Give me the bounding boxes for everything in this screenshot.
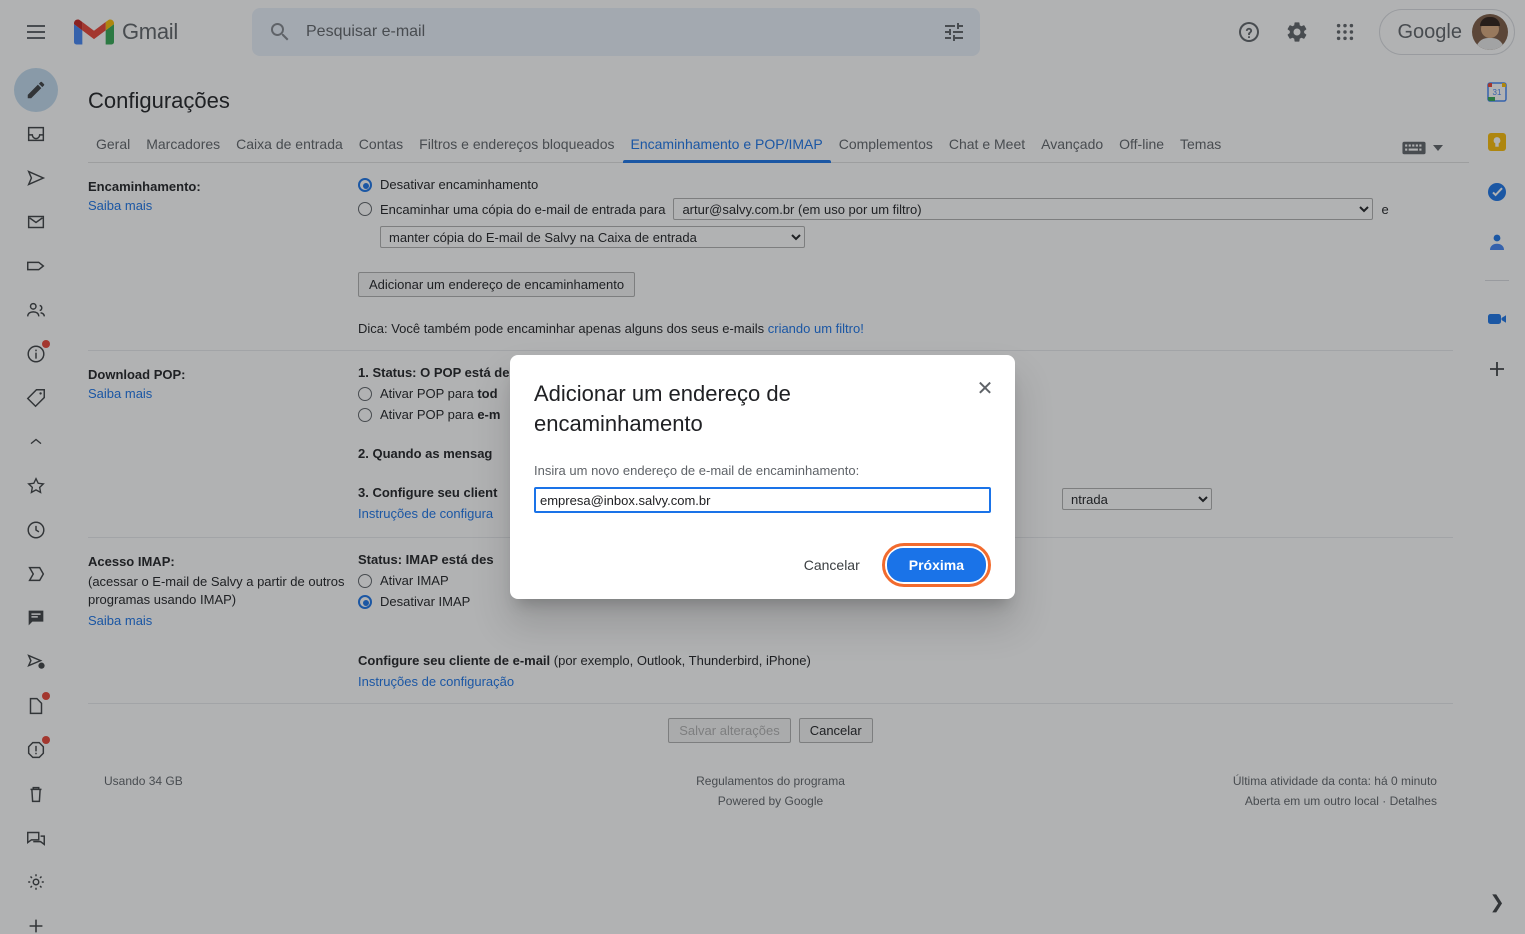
- add-forwarding-address-dialog: Adicionar um endereço de encaminhamento …: [510, 355, 1015, 599]
- next-button-highlight: Próxima: [881, 543, 991, 587]
- forwarding-email-input[interactable]: [534, 487, 991, 513]
- dialog-description: Insira um novo endereço de e-mail de enc…: [534, 463, 860, 478]
- dialog-cancel-button[interactable]: Cancelar: [788, 549, 876, 581]
- gmail-settings-screen: Gmail Pesquisar e-mail Google 31 ❯ Confi…: [0, 0, 1525, 934]
- dialog-next-button[interactable]: Próxima: [886, 548, 986, 582]
- dialog-title: Adicionar um endereço de encaminhamento: [534, 381, 791, 436]
- dialog-actions: Cancelar Próxima: [534, 543, 991, 587]
- close-icon[interactable]: ✕: [973, 377, 997, 401]
